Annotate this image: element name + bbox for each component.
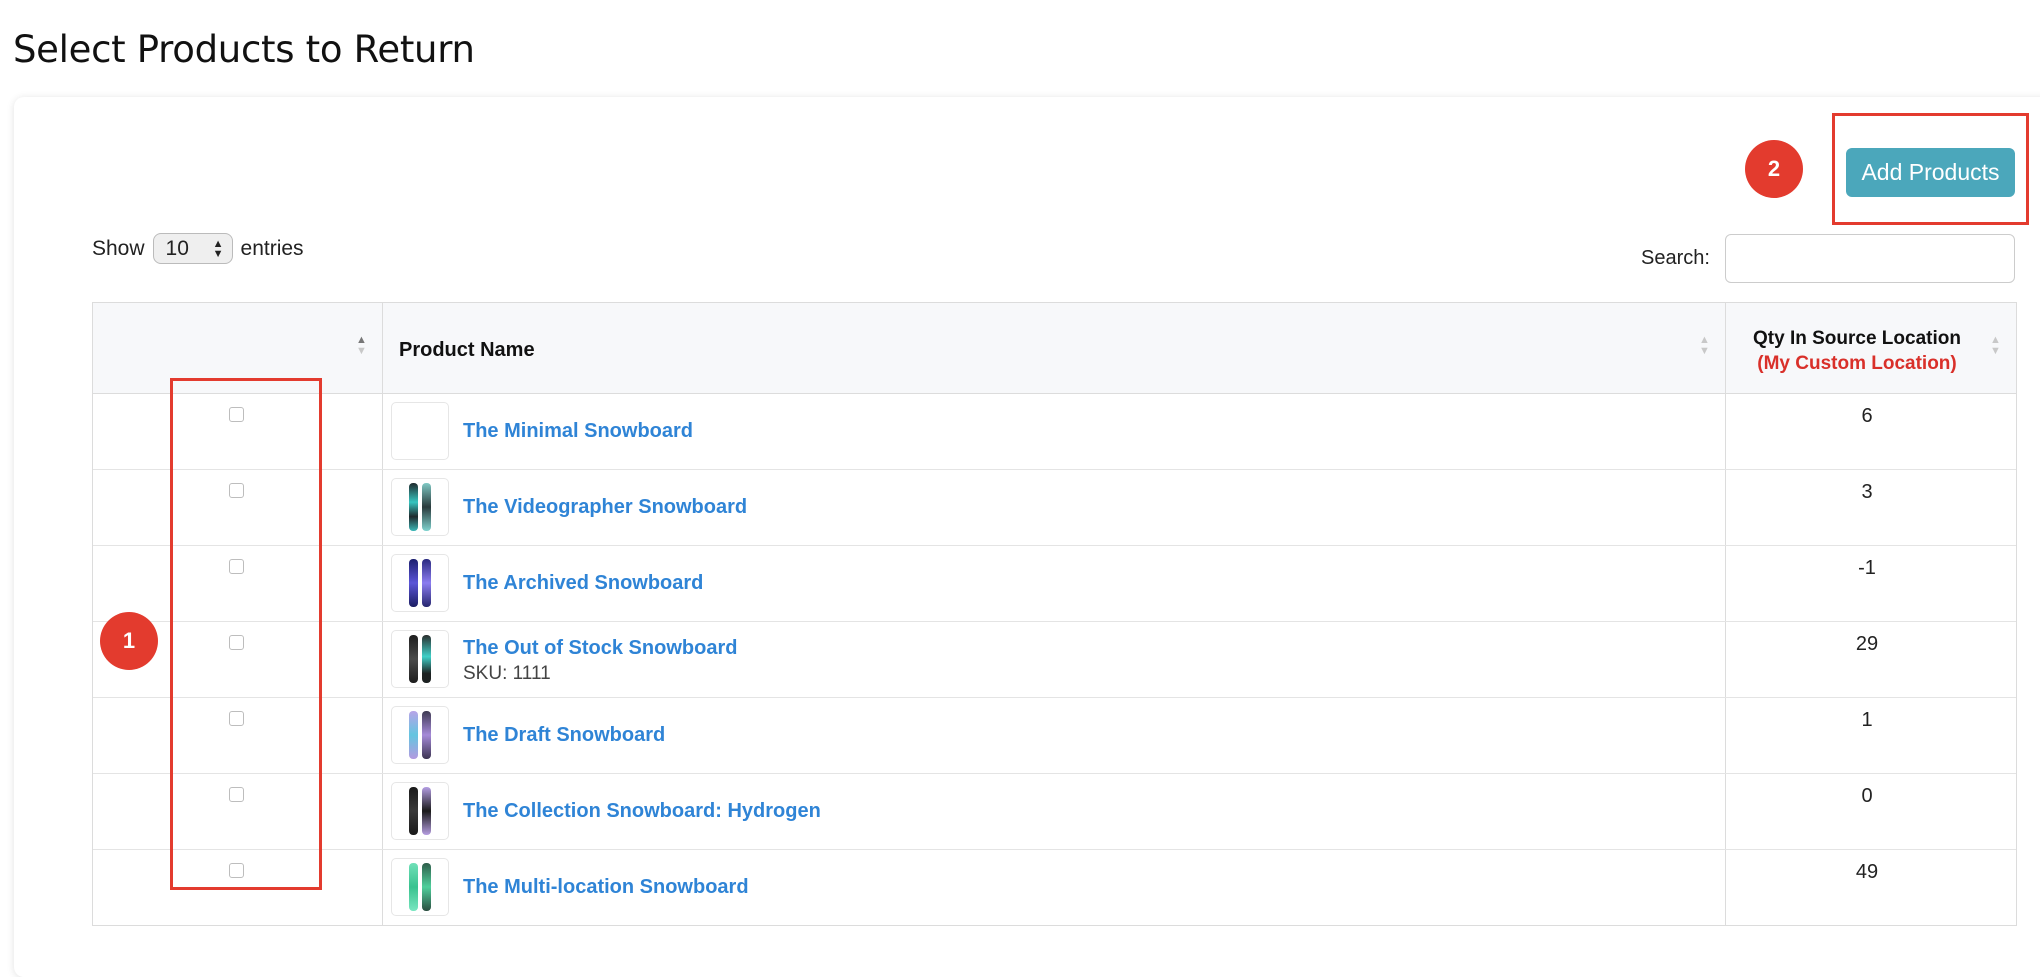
search-label: Search:	[1641, 247, 1710, 269]
entries-length-control: Show 10 ▲ ▼ entries	[92, 233, 304, 264]
entries-select[interactable]: 10 ▲ ▼	[152, 233, 233, 264]
product-name-link[interactable]: The Archived Snowboard	[463, 572, 703, 595]
product-sku: SKU: 1111	[463, 663, 551, 684]
page-title: Select Products to Return	[13, 28, 475, 71]
entries-label: entries	[240, 236, 304, 260]
product-thumbnail	[391, 478, 449, 536]
column-header-product-name[interactable]: Product Name ▲ ▼	[383, 303, 1726, 393]
table-row: The Multi-location Snowboard 49	[93, 850, 2016, 925]
qty-value: 3	[1861, 481, 1873, 503]
table-row: The Out of Stock Snowboard SKU: 1111 29	[93, 622, 2016, 698]
product-thumbnail	[391, 402, 449, 460]
qty-value: 49	[1855, 861, 1879, 883]
table-header-row: ▲ ▼ Product Name ▲ ▼ Qty In Source Locatio…	[93, 303, 2016, 394]
search-input[interactable]	[1725, 234, 2015, 283]
product-name-link[interactable]: The Draft Snowboard	[463, 724, 665, 747]
qty-header-location: (My Custom Location)	[1757, 353, 1957, 374]
entries-select-value: 10	[165, 236, 189, 260]
product-name-link[interactable]: The Multi-location Snowboard	[463, 876, 749, 899]
add-products-button[interactable]: Add Products	[1846, 148, 2015, 197]
step-marker-2: 2	[1745, 140, 1803, 198]
product-thumbnail	[391, 706, 449, 764]
qty-value: 0	[1861, 785, 1873, 807]
sort-icon: ▲ ▼	[1990, 334, 2001, 357]
product-thumbnail	[391, 554, 449, 612]
qty-header: Qty In Source Location (My Custom Locati…	[1726, 326, 1988, 376]
product-name-header: Product Name	[399, 339, 535, 361]
product-thumbnail	[391, 782, 449, 840]
table-row: The Archived Snowboard -1	[93, 546, 2016, 622]
product-thumbnail	[391, 858, 449, 916]
qty-value: 1	[1861, 709, 1873, 731]
qty-value: -1	[1858, 557, 1876, 579]
select-arrows-icon: ▲ ▼	[212, 237, 224, 260]
sort-icon: ▲ ▼	[356, 334, 367, 357]
step-marker-1: 1	[100, 612, 158, 670]
show-label: Show	[92, 236, 145, 260]
product-name-link[interactable]: The Collection Snowboard: Hydrogen	[463, 800, 821, 823]
table-row: The Videographer Snowboard 3	[93, 470, 2016, 546]
column-header-qty[interactable]: Qty In Source Location (My Custom Locati…	[1726, 303, 2016, 393]
highlight-box-checkboxes	[170, 378, 322, 890]
product-thumbnail	[391, 630, 449, 688]
qty-value: 6	[1861, 405, 1873, 427]
table-row: The Collection Snowboard: Hydrogen 0	[93, 774, 2016, 850]
table-row: The Draft Snowboard 1	[93, 698, 2016, 774]
product-name-link[interactable]: The Videographer Snowboard	[463, 496, 747, 519]
product-name-link[interactable]: The Minimal Snowboard	[463, 420, 693, 443]
sort-icon: ▲ ▼	[1699, 334, 1710, 357]
product-name-link[interactable]: The Out of Stock Snowboard	[463, 637, 737, 660]
qty-header-title: Qty In Source Location	[1753, 328, 1961, 349]
table-row: The Minimal Snowboard 6	[93, 394, 2016, 470]
qty-value: 29	[1855, 633, 1879, 655]
products-table: ▲ ▼ Product Name ▲ ▼ Qty In Source Locatio…	[92, 302, 2017, 926]
